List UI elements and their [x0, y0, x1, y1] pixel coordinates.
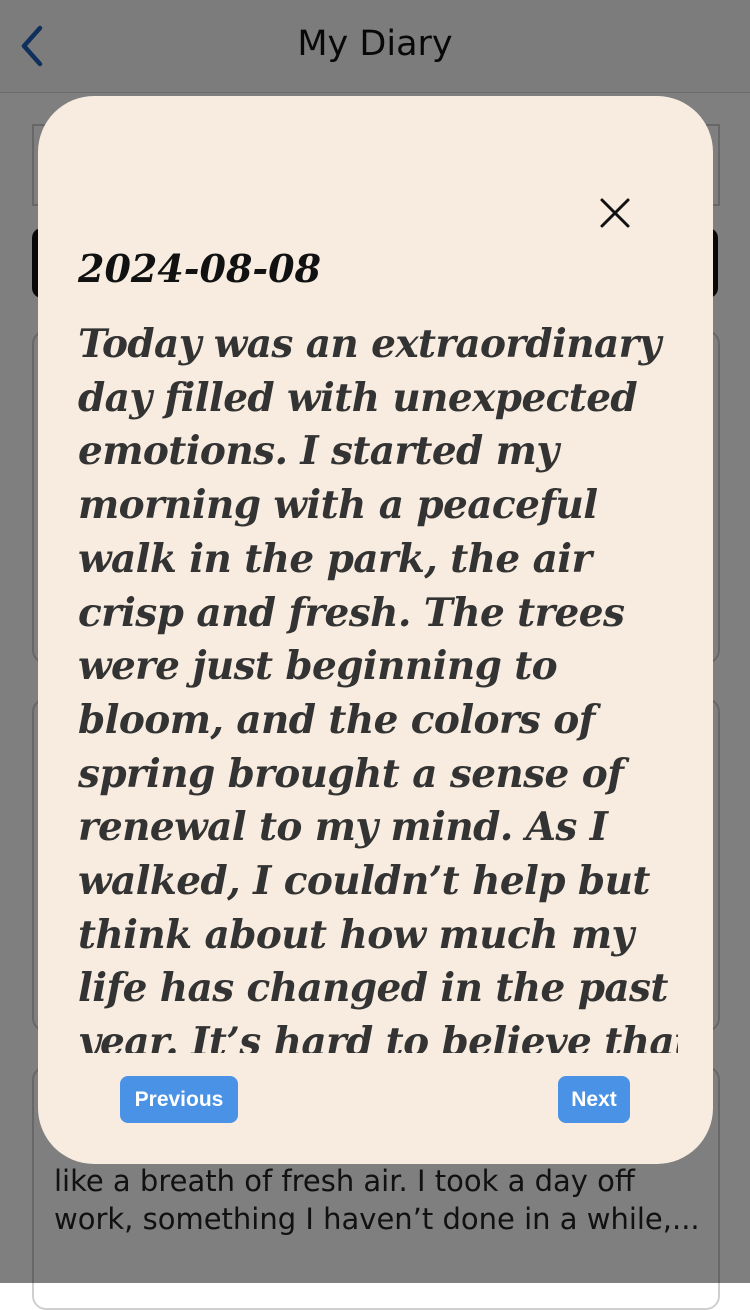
close-icon: [599, 197, 631, 234]
entry-date: 2024-08-08: [78, 246, 322, 291]
entry-line: walk in the park, the air: [78, 535, 592, 582]
entry-line: crisp and fresh. The trees: [78, 589, 625, 636]
entry-line: were just beginning to: [78, 643, 558, 690]
entry-line: renewal to my mind. As I: [78, 804, 608, 851]
previous-button[interactable]: Previous: [120, 1076, 238, 1123]
entry-line: Today was an extraordinary: [78, 321, 661, 367]
close-button[interactable]: [594, 194, 636, 236]
entry-line: year. It’s hard to believe that: [78, 1019, 678, 1053]
entry-line: spring brought a sense of: [78, 750, 624, 797]
entry-body[interactable]: Today was an extraordinary day filled wi…: [78, 318, 678, 1053]
entry-line: emotions. I started my: [78, 428, 559, 475]
diary-entry-modal: 2024-08-08 Today was an extraordinary da…: [38, 96, 713, 1164]
entry-line: morning with a peaceful: [78, 482, 598, 529]
entry-line: day filled with unexpected: [78, 374, 638, 421]
entry-line: bloom, and the colors of: [78, 696, 595, 743]
entry-line: life has changed in the past: [78, 965, 668, 1012]
next-button[interactable]: Next: [558, 1076, 630, 1123]
entry-line: think about how much my: [78, 911, 634, 958]
entry-line: walked, I couldn’t help but: [78, 858, 650, 905]
